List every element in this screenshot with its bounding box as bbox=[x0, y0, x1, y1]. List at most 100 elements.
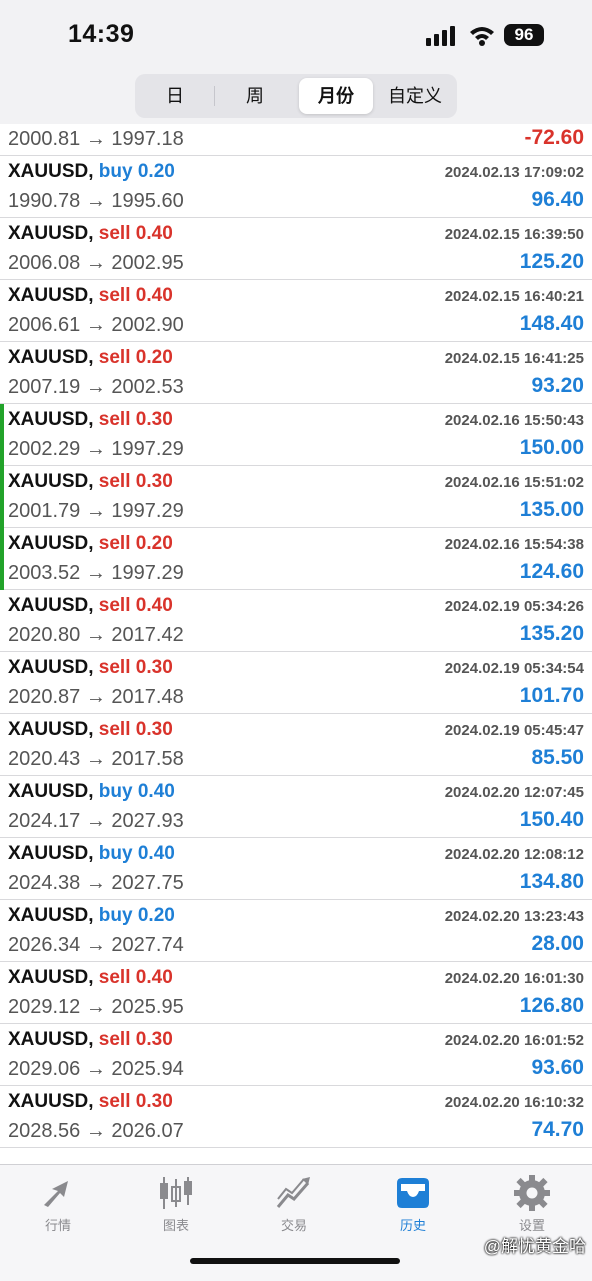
trade-symbol-line: XAUUSD, sell 0.30 bbox=[8, 657, 173, 679]
trade-side: buy bbox=[98, 781, 133, 802]
trade-prices: 2001.79 → 1997.29 bbox=[8, 500, 184, 522]
trade-prices: 2024.17 → 2027.93 bbox=[8, 810, 184, 832]
trade-row[interactable]: XAUUSD, sell 0.30 2024.02.19 05:34:54 2020… bbox=[0, 652, 592, 714]
trade-symbol-line: XAUUSD, sell 0.20 bbox=[8, 533, 173, 555]
segment-week[interactable]: 周 bbox=[217, 78, 293, 114]
trade-row[interactable]: XAUUSD, sell 0.30 2024.02.20 16:01:52 2029… bbox=[0, 1024, 592, 1086]
trade-prices: 2006.08 → 2002.95 bbox=[8, 252, 184, 274]
trade-row[interactable]: XAUUSD, sell 0.30 2024.02.16 15:51:02 2001… bbox=[0, 466, 592, 528]
trade-symbol: XAUUSD, bbox=[8, 905, 94, 926]
segment-divider bbox=[214, 86, 215, 106]
trade-prices: 2002.29 → 1997.29 bbox=[8, 438, 184, 460]
trade-profit: 85.50 bbox=[531, 746, 584, 769]
trade-side: sell bbox=[98, 533, 131, 554]
trade-volume: 0.30 bbox=[135, 719, 173, 740]
status-bar: 14:39 96 bbox=[0, 0, 592, 70]
trade-row[interactable]: XAUUSD, buy 0.40 2024.02.20 12:08:12 2024.… bbox=[0, 838, 592, 900]
period-selector-bar: 日 周 月份 自定义 bbox=[0, 70, 592, 124]
quotes-icon bbox=[44, 1181, 68, 1207]
tab-history[interactable]: 历史 bbox=[373, 1175, 453, 1245]
trade-symbol: XAUUSD, bbox=[8, 843, 94, 864]
trade-row[interactable]: XAUUSD, buy 0.20 2024.02.20 13:23:43 2026.… bbox=[0, 900, 592, 962]
trade-volume: 0.30 bbox=[135, 657, 173, 678]
trade-prices: 1990.78 → 1995.60 bbox=[8, 190, 184, 212]
trade-profit: 135.20 bbox=[519, 622, 584, 645]
trade-prices: 2029.12 → 2025.95 bbox=[8, 996, 184, 1018]
trade-symbol-line: XAUUSD, buy 0.40 bbox=[8, 843, 175, 865]
trade-symbol: XAUUSD, bbox=[8, 223, 94, 244]
trade-prices: 2020.80 → 2017.42 bbox=[8, 624, 184, 646]
tab-history-label: 历史 bbox=[399, 1218, 426, 1233]
trade-prices: 2024.38 → 2027.75 bbox=[8, 872, 184, 894]
trade-volume: 0.40 bbox=[137, 843, 175, 864]
chart-icon bbox=[160, 1177, 192, 1209]
tab-quotes-label: 行情 bbox=[44, 1218, 71, 1233]
trade-symbol: XAUUSD, bbox=[8, 967, 94, 988]
trade-volume: 0.20 bbox=[137, 161, 175, 182]
cellular-signal-icon bbox=[426, 26, 455, 46]
segment-custom[interactable]: 自定义 bbox=[377, 78, 453, 114]
trade-symbol-line: XAUUSD, sell 0.30 bbox=[8, 409, 173, 431]
trade-symbol-line: XAUUSD, sell 0.30 bbox=[8, 719, 173, 741]
trade-datetime: 2024.02.15 16:39:50 bbox=[444, 226, 584, 243]
trade-prices: 2026.34 → 2027.74 bbox=[8, 934, 184, 956]
trade-row[interactable]: XAUUSD, buy 0.40 2024.02.20 12:07:45 2024.… bbox=[0, 776, 592, 838]
segment-day[interactable]: 日 bbox=[139, 78, 211, 114]
watermark-text: @解忧黄金哈 bbox=[483, 1237, 586, 1256]
segment-month[interactable]: 月份 bbox=[299, 78, 373, 114]
trade-prices: 2003.52 → 1997.29 bbox=[8, 562, 184, 584]
trade-volume: 0.40 bbox=[135, 967, 173, 988]
trade-row[interactable]: XAUUSD, sell 0.30 2024.02.16 15:50:43 2002… bbox=[0, 404, 592, 466]
trade-row[interactable]: XAUUSD, sell 0.20 2024.02.15 16:41:25 2007… bbox=[0, 342, 592, 404]
trade-profit: 135.00 bbox=[519, 498, 584, 521]
trade-symbol-line: XAUUSD, sell 0.40 bbox=[8, 223, 173, 245]
trade-datetime: 2024.02.15 16:41:25 bbox=[444, 350, 584, 367]
trade-history-list[interactable]: 2000.81 → 1997.18 -72.60 XAUUSD, buy 0.2… bbox=[0, 124, 592, 1164]
trade-datetime: 2024.02.13 17:09:02 bbox=[444, 164, 584, 181]
trade-side: sell bbox=[98, 595, 131, 616]
tab-chart[interactable]: 图表 bbox=[136, 1175, 216, 1245]
home-indicator[interactable] bbox=[190, 1258, 400, 1264]
trade-profit: 150.00 bbox=[519, 436, 584, 459]
trade-profit: 101.70 bbox=[519, 684, 584, 707]
trade-row[interactable]: XAUUSD, sell 0.40 2024.02.15 16:39:50 2006… bbox=[0, 218, 592, 280]
trade-row[interactable]: XAUUSD, sell 0.40 2024.02.15 16:40:21 2006… bbox=[0, 280, 592, 342]
trade-symbol-line: XAUUSD, sell 0.40 bbox=[8, 285, 173, 307]
trade-row[interactable]: XAUUSD, sell 0.30 2024.02.19 05:45:47 2020… bbox=[0, 714, 592, 776]
trade-side: sell bbox=[98, 223, 131, 244]
trade-datetime: 2024.02.19 05:45:47 bbox=[444, 722, 584, 739]
trade-row[interactable]: XAUUSD, buy 0.20 2024.02.13 17:09:02 1990.… bbox=[0, 156, 592, 218]
trade-profit: 148.40 bbox=[519, 312, 584, 335]
trade-symbol-line: XAUUSD, sell 0.40 bbox=[8, 595, 173, 617]
trade-row[interactable]: XAUUSD, sell 0.40 2024.02.19 05:34:26 2020… bbox=[0, 590, 592, 652]
trade-row[interactable]: XAUUSD, sell 0.40 2024.02.20 16:01:30 2029… bbox=[0, 962, 592, 1024]
trade-side: buy bbox=[98, 161, 133, 182]
trade-side: sell bbox=[98, 1091, 131, 1112]
status-time: 14:39 bbox=[68, 20, 135, 48]
trade-symbol-line: XAUUSD, sell 0.30 bbox=[8, 1091, 173, 1113]
trade-volume: 0.20 bbox=[137, 905, 175, 926]
tab-chart-label: 图表 bbox=[162, 1218, 189, 1233]
trade-symbol: XAUUSD, bbox=[8, 285, 94, 306]
settings-icon bbox=[514, 1175, 550, 1211]
trade-symbol-line: XAUUSD, buy 0.20 bbox=[8, 161, 175, 183]
trade-profit: 28.00 bbox=[531, 932, 584, 955]
trade-datetime: 2024.02.20 16:10:32 bbox=[444, 1094, 584, 1111]
trade-row[interactable]: XAUUSD, sell 0.20 2024.02.16 15:54:38 2003… bbox=[0, 528, 592, 590]
trade-prices: 2000.81 → 1997.18 bbox=[8, 128, 184, 150]
trade-prices: 2006.61 → 2002.90 bbox=[8, 314, 184, 336]
trade-volume: 0.20 bbox=[135, 347, 173, 368]
trade-profit: 150.40 bbox=[519, 808, 584, 831]
trade-symbol-line: XAUUSD, sell 0.40 bbox=[8, 967, 173, 989]
trade-row[interactable]: XAUUSD, sell 0.30 2024.02.20 16:10:32 2028… bbox=[0, 1086, 592, 1148]
tab-quotes[interactable]: 行情 bbox=[18, 1175, 98, 1245]
trade-volume: 0.40 bbox=[135, 223, 173, 244]
trade-volume: 0.30 bbox=[135, 409, 173, 430]
tab-trade[interactable]: 交易 bbox=[254, 1175, 334, 1245]
trade-volume: 0.30 bbox=[135, 1091, 173, 1112]
trade-volume: 0.40 bbox=[137, 781, 175, 802]
trade-datetime: 2024.02.20 12:07:45 bbox=[444, 784, 584, 801]
partial-trade-row[interactable]: 2000.81 → 1997.18 -72.60 bbox=[0, 124, 592, 156]
trade-volume: 0.20 bbox=[135, 533, 173, 554]
trade-profit: 126.80 bbox=[519, 994, 584, 1017]
